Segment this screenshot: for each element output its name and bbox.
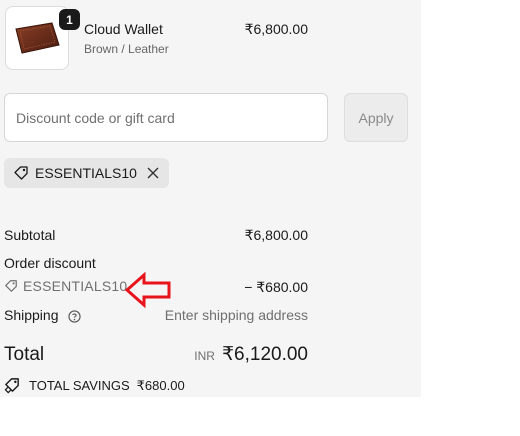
product-name: Cloud Wallet <box>84 21 163 37</box>
tag-icon <box>4 378 19 394</box>
annotation-arrow-icon <box>124 272 171 308</box>
applied-discount-chip: ESSENTIALS10 <box>4 158 169 188</box>
product-thumbnail: 1 <box>5 6 80 70</box>
total-savings-value: ₹680.00 <box>136 377 185 393</box>
product-price: ₹6,800.00 <box>244 21 308 37</box>
total-savings-row: TOTAL SAVINGS ₹680.00 <box>4 377 185 394</box>
quantity-badge: 1 <box>59 9 80 30</box>
shipping-label: Shipping <box>4 307 59 323</box>
subtotal-value: ₹6,800.00 <box>244 227 308 243</box>
order-discount-value: − ₹680.00 <box>244 279 308 295</box>
tag-icon <box>14 166 28 180</box>
total-value: ₹6,120.00 <box>221 344 308 365</box>
shipping-value: Enter shipping address <box>164 307 308 323</box>
total-savings-label: TOTAL SAVINGS <box>29 378 130 393</box>
shipping-label-row: Shipping <box>4 307 82 323</box>
total-amount: INR ₹6,120.00 <box>194 343 308 366</box>
currency-code: INR <box>194 349 215 363</box>
total-label: Total <box>4 344 45 365</box>
shipping-help-icon[interactable] <box>68 310 82 323</box>
close-icon <box>147 167 159 179</box>
order-discount-label: Order discount <box>4 255 96 271</box>
remove-discount-button[interactable] <box>145 165 161 181</box>
discount-code-input[interactable] <box>4 93 328 142</box>
applied-discount-code: ESSENTIALS10 <box>35 165 137 181</box>
product-variant: Brown / Leather <box>84 42 169 56</box>
help-icon <box>68 310 82 323</box>
apply-discount-button[interactable]: Apply <box>344 93 408 142</box>
tag-icon <box>5 280 17 292</box>
order-discount-code-row: ESSENTIALS10 <box>4 278 127 294</box>
subtotal-label: Subtotal <box>4 227 56 243</box>
wallet-image <box>15 22 60 54</box>
order-discount-code: ESSENTIALS10 <box>23 278 128 294</box>
order-summary-panel: 1 Cloud Wallet Brown / Leather ₹6,800.00… <box>0 0 421 397</box>
